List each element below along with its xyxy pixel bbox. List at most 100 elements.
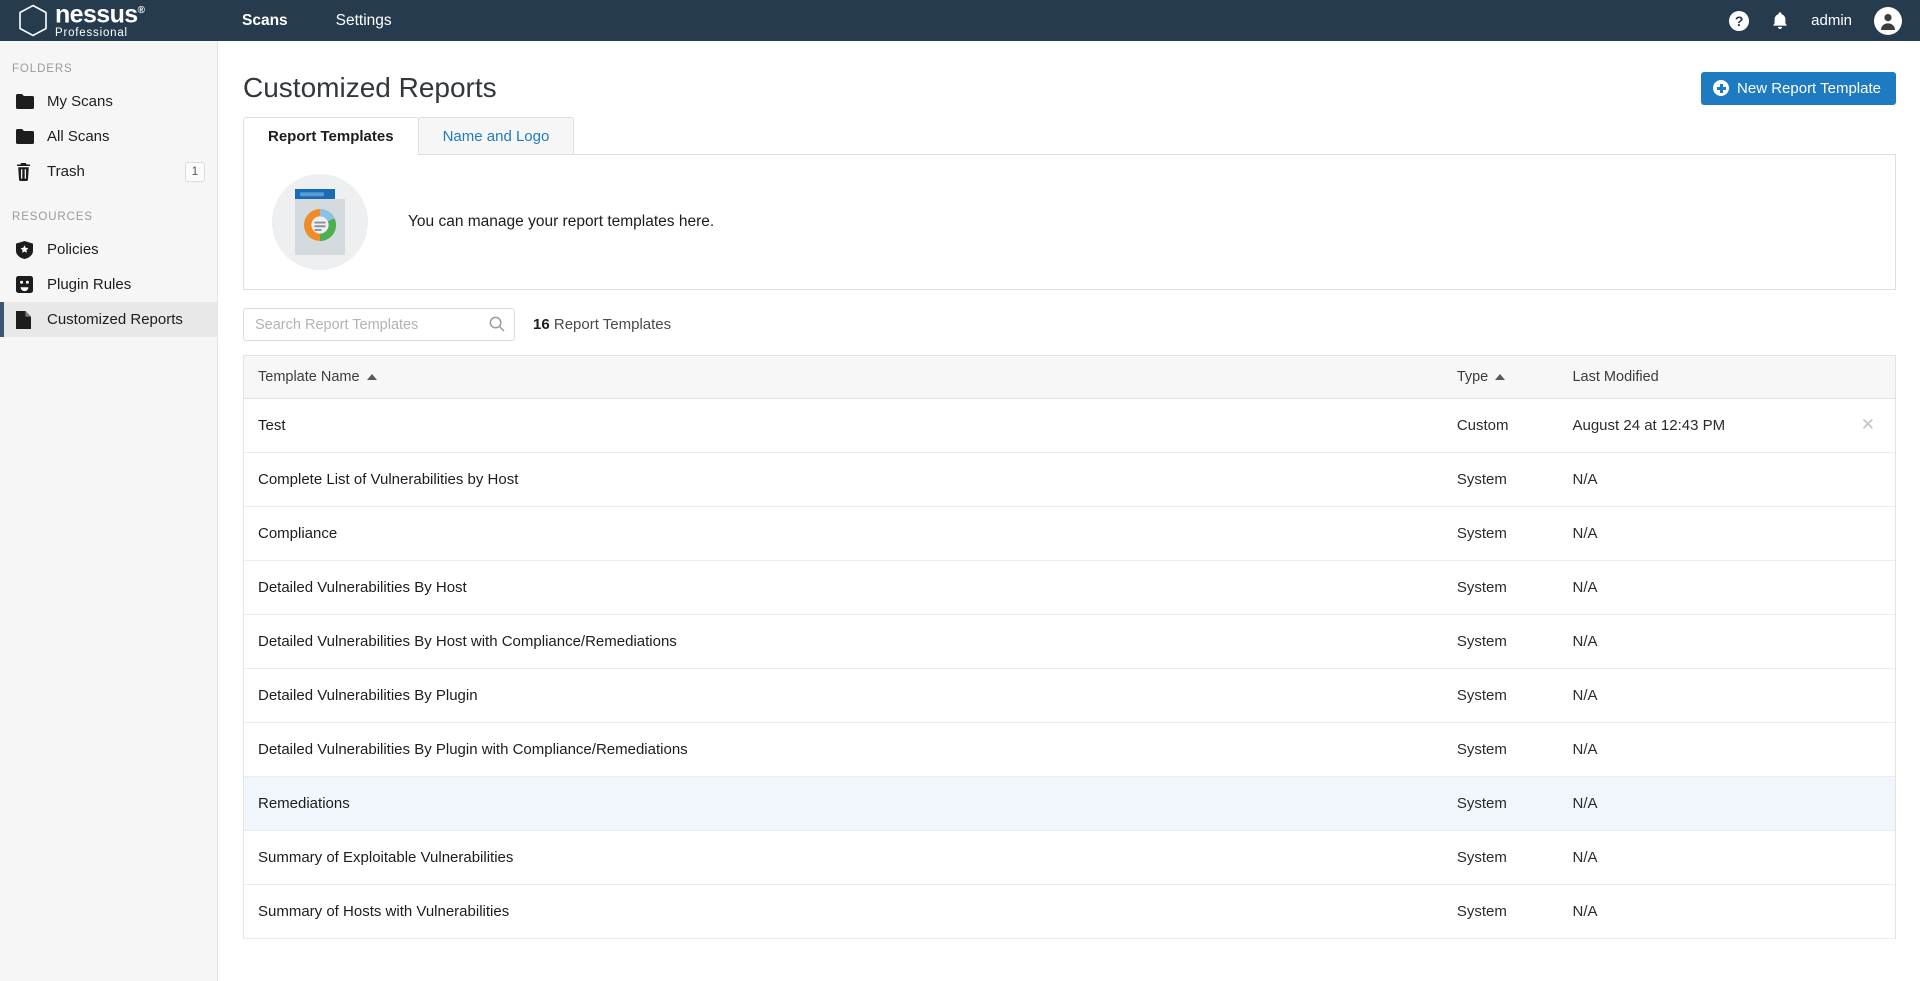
user-avatar[interactable] bbox=[1874, 6, 1902, 35]
brand-logo[interactable]: nessus® Professional bbox=[0, 0, 218, 41]
cell-type: System bbox=[1456, 578, 1507, 596]
new-report-template-button[interactable]: New Report Template bbox=[1701, 71, 1896, 105]
cell-actions bbox=[1832, 560, 1895, 614]
brand-name-text: nessus bbox=[55, 0, 138, 29]
nessus-hexagon-logo-icon bbox=[19, 4, 47, 37]
cell-type: System bbox=[1456, 470, 1507, 488]
sidebar-item-my-scans[interactable]: My Scans bbox=[0, 84, 217, 119]
table-row[interactable]: Compliance System N/A bbox=[244, 506, 1895, 560]
table-row[interactable]: Detailed Vulnerabilities By Host System … bbox=[244, 560, 1895, 614]
cell-template-name: Summary of Hosts with Vulnerabilities bbox=[258, 902, 510, 920]
template-count: 16 Report Templates bbox=[533, 316, 671, 333]
sidebar-section-resources: RESOURCES bbox=[12, 211, 93, 223]
cell-type: System bbox=[1456, 848, 1507, 866]
document-icon bbox=[16, 310, 38, 329]
sidebar-item-policies[interactable]: Policies bbox=[0, 232, 217, 267]
cell-last-modified: N/A bbox=[1572, 902, 1598, 920]
cell-last-modified: N/A bbox=[1572, 524, 1598, 542]
cell-template-name: Test bbox=[258, 416, 286, 434]
shield-star-icon bbox=[16, 240, 38, 259]
cell-actions bbox=[1832, 830, 1895, 884]
delete-template-icon[interactable]: ✕ bbox=[1861, 416, 1875, 433]
cell-last-modified: N/A bbox=[1572, 794, 1598, 812]
cell-last-modified: August 24 at 12:43 PM bbox=[1572, 416, 1726, 434]
column-header-type[interactable]: Type bbox=[1442, 356, 1559, 399]
user-name-label[interactable]: admin bbox=[1811, 12, 1852, 29]
sidebar-item-all-scans[interactable]: All Scans bbox=[0, 119, 217, 154]
nav-item-settings[interactable]: Settings bbox=[312, 0, 416, 41]
table-row[interactable]: Summary of Exploitable Vulnerabilities S… bbox=[244, 830, 1895, 884]
sidebar-item-plugin-rules[interactable]: Plugin Rules bbox=[0, 267, 217, 302]
cell-type: System bbox=[1456, 740, 1507, 758]
cell-type: System bbox=[1456, 902, 1507, 920]
top-navigation-bar: nessus® Professional Scans Settings ? ad… bbox=[0, 0, 1920, 41]
nav-item-scans[interactable]: Scans bbox=[218, 0, 312, 41]
table-row[interactable]: Detailed Vulnerabilities By Plugin Syste… bbox=[244, 668, 1895, 722]
cell-type: System bbox=[1456, 794, 1507, 812]
sidebar-item-trash[interactable]: Trash 1 bbox=[0, 154, 217, 189]
page-header: Customized Reports New Report Template bbox=[219, 41, 1920, 113]
cell-last-modified: N/A bbox=[1572, 578, 1598, 596]
column-header-template-name[interactable]: Template Name bbox=[244, 356, 1443, 399]
table-row[interactable]: Test Custom August 24 at 12:43 PM ✕ bbox=[244, 398, 1895, 452]
brand-subtitle: Professional bbox=[55, 27, 128, 40]
trash-icon bbox=[16, 162, 38, 181]
brand-trademark: ® bbox=[137, 4, 145, 16]
cell-type: System bbox=[1456, 632, 1507, 650]
sidebar-item-label: Customized Reports bbox=[47, 311, 183, 328]
help-icon[interactable]: ? bbox=[1729, 10, 1750, 31]
tab-bar: Report Templates Name and Logo bbox=[219, 113, 1920, 155]
table-row[interactable]: Summary of Hosts with Vulnerabilities Sy… bbox=[244, 884, 1895, 938]
tab-name-and-logo[interactable]: Name and Logo bbox=[417, 117, 575, 155]
cell-actions bbox=[1832, 506, 1895, 560]
cell-actions: ✕ bbox=[1832, 398, 1895, 452]
cell-actions bbox=[1832, 722, 1895, 776]
search-box bbox=[243, 308, 515, 341]
sidebar-item-label: My Scans bbox=[47, 93, 113, 110]
cell-template-name: Detailed Vulnerabilities By Host with Co… bbox=[258, 632, 677, 650]
table-header-row: Template Name Type Last Modified bbox=[244, 356, 1895, 399]
sort-ascending-icon bbox=[1495, 373, 1506, 380]
cell-template-name: Compliance bbox=[258, 524, 338, 542]
trash-count-badge: 1 bbox=[185, 161, 205, 182]
new-report-template-label: New Report Template bbox=[1737, 79, 1881, 97]
table-row[interactable]: Detailed Vulnerabilities By Host with Co… bbox=[244, 614, 1895, 668]
main-content: Customized Reports New Report Template R… bbox=[219, 41, 1920, 981]
cell-last-modified: N/A bbox=[1572, 470, 1598, 488]
sidebar-item-customized-reports[interactable]: Customized Reports bbox=[0, 302, 217, 337]
sidebar-section-folders: FOLDERS bbox=[12, 63, 73, 75]
cell-actions bbox=[1832, 776, 1895, 830]
cell-last-modified: N/A bbox=[1572, 686, 1598, 704]
sort-ascending-icon bbox=[366, 373, 377, 380]
sidebar-item-label: Trash bbox=[47, 163, 85, 180]
cell-type: Custom bbox=[1456, 416, 1509, 434]
search-row: 16 Report Templates bbox=[219, 290, 1920, 355]
cell-actions bbox=[1832, 884, 1895, 938]
cell-actions bbox=[1832, 452, 1895, 506]
table-row[interactable]: Detailed Vulnerabilities By Plugin with … bbox=[244, 722, 1895, 776]
folder-icon bbox=[16, 94, 38, 109]
info-card: You can manage your report templates her… bbox=[243, 154, 1896, 290]
cell-actions bbox=[1832, 614, 1895, 668]
column-header-label: Template Name bbox=[258, 368, 360, 385]
table-row[interactable]: Complete List of Vulnerabilities by Host… bbox=[244, 452, 1895, 506]
user-avatar-icon bbox=[1881, 13, 1895, 30]
table-row[interactable]: Remediations System N/A bbox=[244, 776, 1895, 830]
column-header-last-modified[interactable]: Last Modified bbox=[1558, 356, 1832, 399]
plugin-outlet-icon bbox=[16, 276, 38, 293]
cell-type: System bbox=[1456, 524, 1507, 542]
column-header-label: Type bbox=[1456, 368, 1489, 385]
page-title: Customized Reports bbox=[243, 72, 497, 103]
cell-last-modified: N/A bbox=[1572, 848, 1598, 866]
notification-bell-icon[interactable] bbox=[1771, 11, 1789, 31]
search-input[interactable] bbox=[243, 308, 515, 341]
top-right-actions: ? admin bbox=[1729, 6, 1920, 35]
cell-template-name: Summary of Exploitable Vulnerabilities bbox=[258, 848, 514, 866]
template-count-number: 16 bbox=[533, 316, 550, 333]
sidebar-item-label: All Scans bbox=[47, 128, 110, 145]
tab-report-templates[interactable]: Report Templates bbox=[243, 117, 419, 155]
cell-template-name: Complete List of Vulnerabilities by Host bbox=[258, 470, 519, 488]
sidebar: FOLDERS My Scans All Scans Trash 1 RESOU… bbox=[0, 41, 218, 981]
plus-circle-icon bbox=[1713, 80, 1730, 96]
primary-nav: Scans Settings bbox=[218, 0, 416, 41]
